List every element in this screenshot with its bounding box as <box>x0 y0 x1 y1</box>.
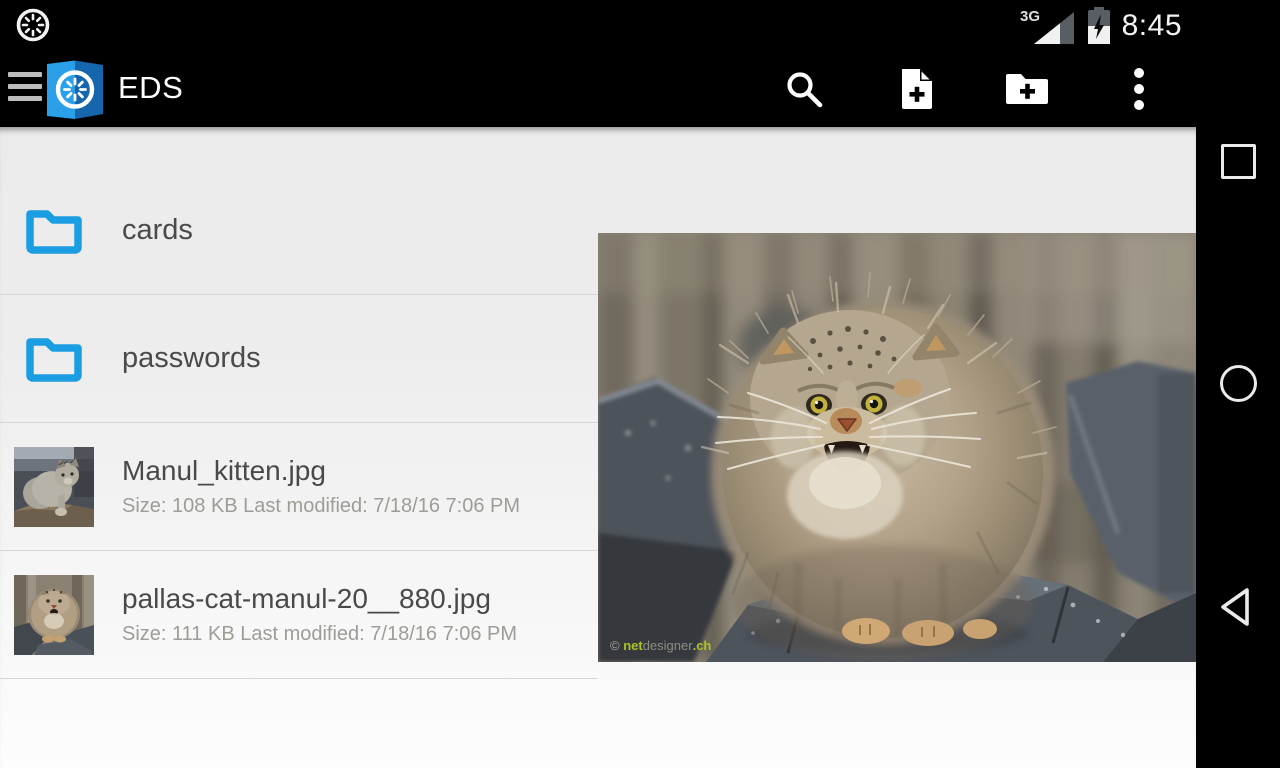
list-item-folder-passwords[interactable]: passwords <box>0 295 598 423</box>
watermark-text: © netdesigner.ch <box>610 638 711 653</box>
home-circle-icon <box>1219 365 1257 402</box>
status-bar: 3G 8:45 <box>0 0 1196 50</box>
new-file-button[interactable] <box>892 65 940 113</box>
manul-kitten-thumbnail <box>14 446 94 527</box>
content-area: cards passwords Manul_kitten.jpg Size: 1… <box>0 127 1196 768</box>
file-details: Size: 108 KB Last modified: 7/18/16 7:06… <box>122 495 521 517</box>
image-preview-pane: © netdesigner.ch <box>598 127 1196 768</box>
recents-button[interactable] <box>1196 144 1280 179</box>
folder-name: cards <box>122 214 193 246</box>
home-button[interactable] <box>1196 365 1280 402</box>
new-folder-button[interactable] <box>1003 65 1051 113</box>
new-folder-icon <box>1006 74 1048 104</box>
list-item-folder-cards[interactable]: cards <box>0 167 598 295</box>
list-item-file-pallas-cat[interactable]: pallas-cat-manul-20__880.jpg Size: 111 K… <box>0 551 598 679</box>
menu-hamburger-icon[interactable] <box>8 72 42 105</box>
eds-app-logo-icon <box>47 60 103 119</box>
file-details: Size: 111 KB Last modified: 7/18/16 7:06… <box>122 623 518 645</box>
more-vert-icon <box>1134 68 1144 110</box>
status-clock: 8:45 <box>1121 9 1182 42</box>
battery-charging-icon <box>1087 7 1110 44</box>
signal-3g-icon: 3G <box>1020 8 1074 44</box>
recents-square-icon <box>1220 144 1256 179</box>
overflow-menu-button[interactable] <box>1115 65 1163 113</box>
svg-text:3G: 3G <box>1020 8 1040 25</box>
app-bar: EDS <box>0 50 1196 127</box>
search-icon <box>787 72 823 108</box>
pallas-cat-preview-image[interactable]: © netdesigner.ch <box>598 233 1196 662</box>
pallas-cat-thumbnail <box>14 574 94 655</box>
navigation-bar <box>1196 0 1280 768</box>
file-name: pallas-cat-manul-20__880.jpg <box>122 583 491 614</box>
file-list: cards passwords Manul_kitten.jpg Size: 1… <box>0 127 598 768</box>
list-item-file-manul-kitten[interactable]: Manul_kitten.jpg Size: 108 KB Last modif… <box>0 423 598 551</box>
eds-notification-clock-icon <box>16 8 50 42</box>
search-button[interactable] <box>780 65 828 113</box>
folder-name: passwords <box>122 342 261 374</box>
folder-icon <box>26 337 82 382</box>
page-title: EDS <box>118 70 184 105</box>
back-button[interactable] <box>1196 585 1280 629</box>
folder-icon <box>26 209 82 254</box>
back-triangle-icon <box>1221 588 1249 626</box>
file-name: Manul_kitten.jpg <box>122 455 326 486</box>
new-file-icon <box>902 69 932 109</box>
